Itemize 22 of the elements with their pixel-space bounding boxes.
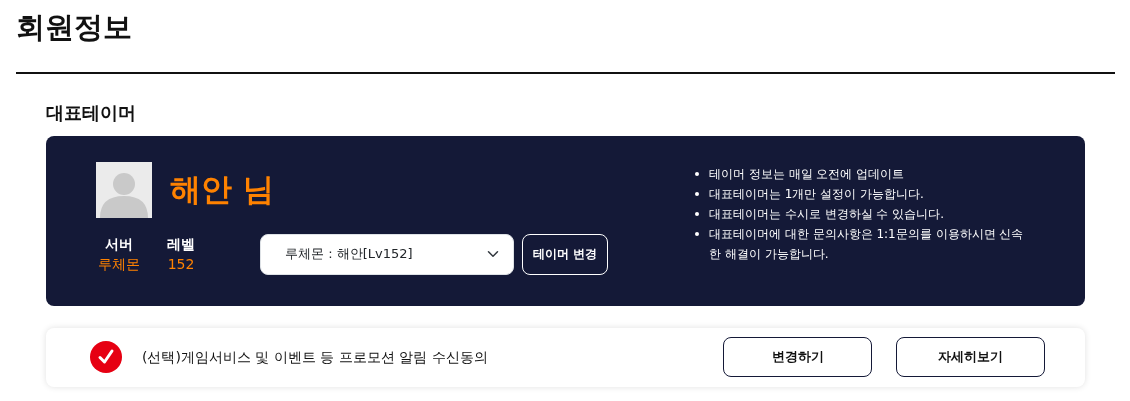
bullet-icon (695, 171, 699, 176)
note-text: 대표테이머는 수시로 변경하실 수 있습니다. (709, 205, 945, 223)
note-text: 대표테이머는 1개만 설정이 가능합니다. (709, 185, 924, 203)
note-text: 테이머 정보는 매일 오전에 업데이트 (709, 165, 905, 183)
page-title: 회원정보 (16, 9, 133, 46)
bullet-icon (695, 231, 699, 236)
change-tamer-button[interactable]: 테이머 변경 (522, 233, 609, 275)
note-text: 대표테이머에 대한 문의사항은 1:1문의를 이용하시면 신속한 해결이 가능합니다. (709, 225, 1025, 263)
stat-label: 서버 (104, 235, 134, 255)
avatar-icon (96, 161, 152, 218)
bullet-icon (695, 211, 699, 216)
bullet-icon (695, 191, 699, 196)
change-button[interactable]: 변경하기 (723, 337, 872, 378)
tamer-name: 해안 님 (170, 170, 274, 210)
stat-label: 레벨 (166, 235, 196, 255)
consent-checkbox[interactable] (90, 341, 122, 374)
tamer-select[interactable]: 루체몬 : 해안[Lv152] (260, 233, 514, 275)
details-button[interactable]: 자세히보기 (896, 337, 1045, 378)
consent-label: (선택)게임서비스 및 이벤트 등 프로모션 알림 수신동의 (142, 347, 488, 367)
stat-value: 152 (166, 255, 196, 275)
section-title: 대표테이머 (46, 102, 137, 124)
stat-value: 루체몬 (97, 255, 141, 275)
